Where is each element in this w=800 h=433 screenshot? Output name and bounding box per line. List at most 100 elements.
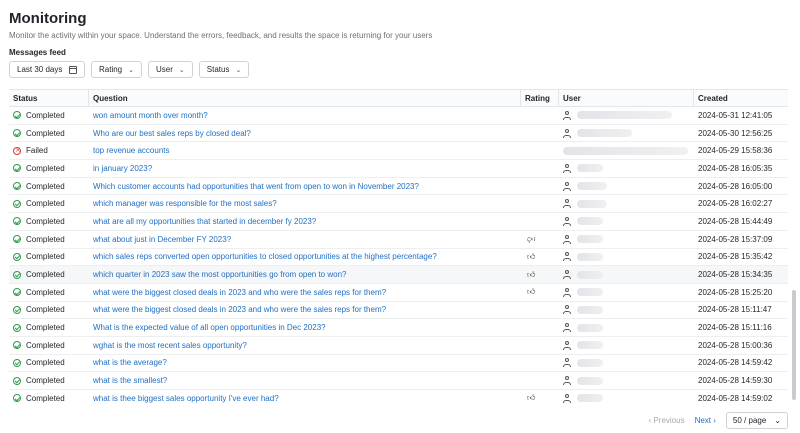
- question-link[interactable]: what were the biggest closed deals in 20…: [89, 302, 521, 319]
- user-redacted: [577, 111, 672, 120]
- thumbs-up-icon: 👍︎: [527, 287, 536, 297]
- table-row[interactable]: Completed which quarter in 2023 saw the m…: [9, 266, 788, 284]
- created-cell: 2024-05-29 15:58:36: [698, 146, 773, 156]
- user-redacted: [577, 358, 603, 367]
- table-row[interactable]: Completed Which customer accounts had opp…: [9, 178, 788, 196]
- status-cell: Completed: [9, 107, 89, 124]
- rating-cell: [521, 319, 559, 336]
- completed-icon: [13, 288, 21, 297]
- user-icon: [563, 323, 571, 333]
- status-text: Completed: [26, 181, 65, 191]
- user-icon: [563, 216, 571, 226]
- question-link[interactable]: what are all my opportunities that start…: [89, 213, 521, 230]
- completed-icon: [13, 129, 21, 138]
- question-link[interactable]: in january 2023?: [89, 160, 521, 177]
- previous-label: Previous: [653, 416, 685, 425]
- completed-icon: [13, 341, 21, 350]
- status-text: Completed: [26, 305, 65, 315]
- status-filter[interactable]: Status ⌄: [198, 61, 250, 78]
- date-range-filter[interactable]: Last 30 days: [9, 61, 85, 78]
- created-cell: 2024-05-28 16:02:27: [698, 199, 773, 209]
- user-filter[interactable]: User ⌄: [148, 61, 193, 78]
- rating-cell: 👍︎: [521, 266, 559, 283]
- question-link[interactable]: what were the biggest closed deals in 20…: [89, 284, 521, 301]
- created-cell: 2024-05-28 16:05:00: [698, 181, 773, 191]
- user-cell: [559, 337, 694, 354]
- user-cell: [559, 107, 694, 124]
- table-scrollbar[interactable]: [792, 290, 796, 400]
- status-cell: Completed: [9, 266, 89, 283]
- question-link[interactable]: won amount month over month?: [89, 107, 521, 124]
- column-header-question[interactable]: Question: [89, 90, 521, 106]
- question-link[interactable]: which manager was responsible for the mo…: [89, 195, 521, 212]
- question-link[interactable]: what is the smallest?: [89, 372, 521, 389]
- user-icon: [563, 376, 571, 386]
- status-cell: Completed: [9, 231, 89, 248]
- next-chevron-icon: ›: [711, 416, 716, 425]
- rating-cell: [521, 337, 559, 354]
- table-row[interactable]: Failed top revenue accounts 2024-05-29 15:…: [9, 142, 788, 161]
- question-link[interactable]: what about just in December FY 2023?: [89, 231, 521, 248]
- next-page-button[interactable]: Next ›: [695, 416, 716, 425]
- rating-filter[interactable]: Rating ⌄: [91, 61, 142, 78]
- question-link[interactable]: wghat is the most recent sales opportuni…: [89, 337, 521, 354]
- page-title: Monitoring: [9, 10, 87, 27]
- created-cell: 2024-05-28 15:44:49: [698, 216, 773, 226]
- column-header-user[interactable]: User: [559, 90, 694, 106]
- column-header-created[interactable]: Created: [694, 90, 788, 106]
- table-row[interactable]: Completed what were the biggest closed de…: [9, 284, 788, 302]
- question-link[interactable]: Which customer accounts had opportunitie…: [89, 178, 521, 195]
- completed-icon: [13, 305, 21, 314]
- table-row[interactable]: Completed What is the expected value of a…: [9, 319, 788, 337]
- question-link[interactable]: which sales reps converted open opportun…: [89, 249, 521, 266]
- rating-cell: [521, 107, 559, 124]
- table-row[interactable]: Completed what is thee biggest sales oppo…: [9, 390, 788, 407]
- table-row[interactable]: Completed which manager was responsible f…: [9, 195, 788, 214]
- table-row[interactable]: Completed what is the average? 2024-05-28 …: [9, 355, 788, 373]
- table-row[interactable]: Completed what are all my opportunities t…: [9, 213, 788, 231]
- question-link[interactable]: what is the average?: [89, 355, 521, 372]
- column-header-status[interactable]: Status: [9, 90, 89, 106]
- rating-cell: [521, 178, 559, 195]
- completed-icon: [13, 217, 21, 226]
- table-row[interactable]: Completed Who are our best sales reps by …: [9, 125, 788, 143]
- status-cell: Completed: [9, 319, 89, 336]
- column-header-rating[interactable]: Rating: [521, 90, 559, 106]
- status-cell: Completed: [9, 178, 89, 195]
- question-link[interactable]: which quarter in 2023 saw the most oppor…: [89, 266, 521, 283]
- chevron-down-icon: ⌄: [235, 66, 242, 74]
- created-cell: 2024-05-28 15:11:16: [698, 323, 772, 333]
- table-row[interactable]: Completed won amount month over month? 202…: [9, 107, 788, 125]
- user-redacted: [577, 270, 603, 279]
- status-text: Completed: [26, 340, 65, 350]
- status-text: Completed: [26, 128, 65, 138]
- question-link[interactable]: What is the expected value of all open o…: [89, 319, 521, 336]
- created-cell: 2024-05-28 15:00:36: [698, 340, 773, 350]
- next-label: Next: [694, 416, 712, 425]
- page-size-select[interactable]: 50 / page ⌄: [725, 412, 788, 429]
- completed-icon: [13, 182, 21, 191]
- user-icon: [563, 270, 571, 280]
- user-cell: [559, 355, 694, 372]
- rating-cell: [521, 160, 559, 177]
- question-link[interactable]: what is thee biggest sales opportunity I…: [89, 390, 521, 407]
- table-row[interactable]: Completed which sales reps converted open…: [9, 249, 788, 267]
- table-row[interactable]: Completed in january 2023? 2024-05-28 16:0…: [9, 160, 788, 178]
- table-row[interactable]: Completed what were the biggest closed de…: [9, 302, 788, 320]
- user-icon: [563, 234, 571, 244]
- question-link[interactable]: Who are our best sales reps by closed de…: [89, 125, 521, 142]
- table-row[interactable]: Completed what about just in December FY …: [9, 231, 788, 249]
- status-cell: Completed: [9, 284, 89, 301]
- status-text: Completed: [26, 270, 65, 280]
- table-row[interactable]: Completed wghat is the most recent sales …: [9, 337, 788, 355]
- date-range-label: Last 30 days: [17, 65, 63, 74]
- question-link[interactable]: top revenue accounts: [89, 142, 521, 159]
- created-cell: 2024-05-28 15:35:42: [698, 252, 773, 262]
- user-cell: [559, 142, 694, 159]
- table-row[interactable]: Completed what is the smallest? 2024-05-28…: [9, 372, 788, 390]
- previous-page-button[interactable]: ‹ Previous: [649, 416, 685, 425]
- rating-cell: [521, 372, 559, 389]
- completed-icon: [13, 252, 21, 261]
- status-text: Completed: [26, 376, 65, 386]
- status-text: Completed: [26, 199, 65, 209]
